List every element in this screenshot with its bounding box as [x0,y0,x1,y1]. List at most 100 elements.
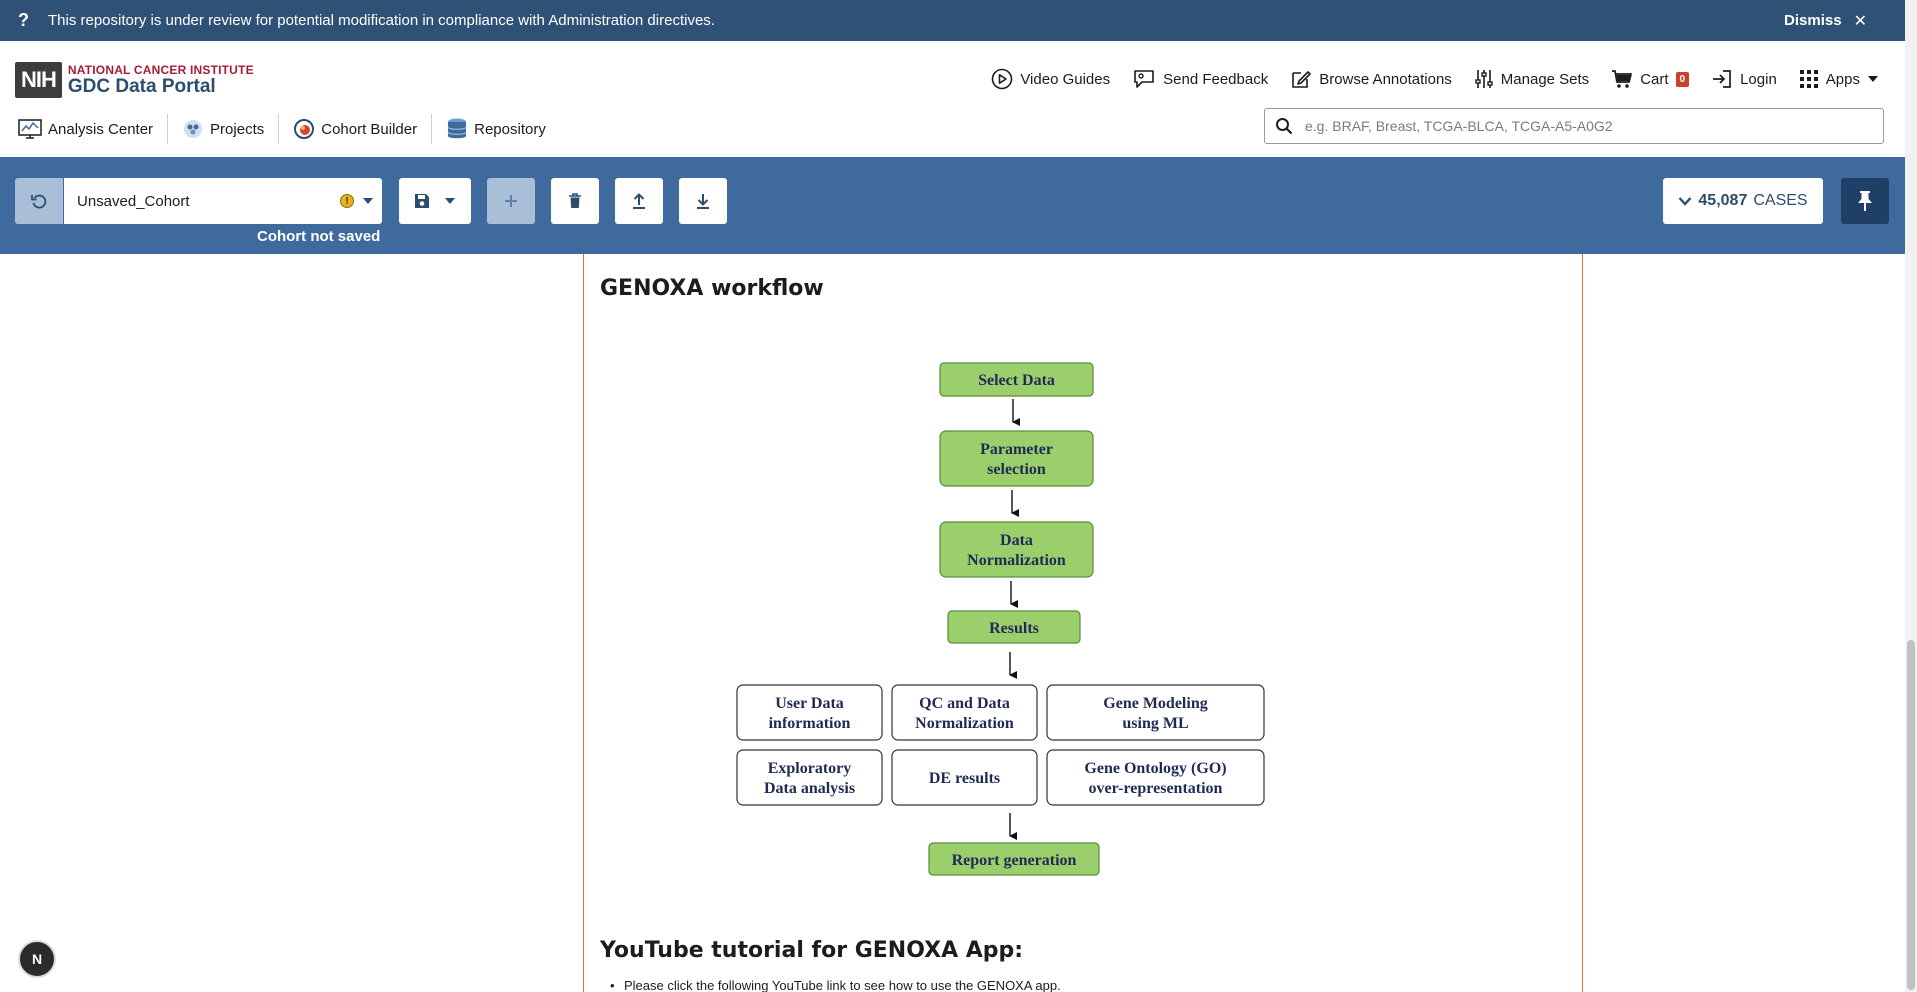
gene-ontology-line-1: Gene Ontology (GO) [1084,760,1226,777]
chevron-down-icon[interactable] [444,197,456,205]
grid-icon [1799,69,1819,89]
top-nav: Video Guides Send Feedback Browse Annota… [991,68,1879,90]
save-icon [414,193,430,209]
manage-sets-link[interactable]: Manage Sets [1474,68,1589,90]
cart-link[interactable]: Cart 0 [1611,68,1690,90]
select-data-step: Select Data [939,362,1094,397]
export-cohort-button[interactable] [679,178,727,224]
case-count: 45,087 [1698,192,1748,209]
nav-analysis-center[interactable]: Analysis Center [18,114,167,144]
warning-icon: ! [340,194,354,208]
qc-normalization-box: QC and Data Normalization [891,684,1038,741]
trash-icon [568,193,582,209]
undo-icon [30,192,48,210]
gene-modeling-box: Gene Modeling using ML [1046,684,1265,741]
exploratory-line-1: Exploratory [768,760,852,777]
discard-changes-button[interactable] [15,178,63,224]
workflow-diagram: Select Data Parameter selection Data Nor… [736,362,1265,876]
user-data-info-line-2: information [769,715,851,732]
play-circle-icon [991,68,1013,90]
nav-repository[interactable]: Repository [431,114,560,144]
pin-icon [1857,190,1873,212]
plus-icon [504,194,518,208]
close-icon[interactable]: ✕ [1854,11,1867,31]
nav-cohort-builder-label: Cohort Builder [321,120,418,138]
cart-count-badge: 0 [1675,71,1690,87]
nav-cohort-builder[interactable]: Cohort Builder [278,114,431,144]
sliders-icon [1474,68,1494,90]
de-results-label: DE results [929,770,1000,787]
case-label: CASES [1753,192,1808,209]
browse-annotations-link[interactable]: Browse Annotations [1290,68,1452,90]
feedback-icon [1132,68,1156,90]
select-data-label: Select Data [978,372,1055,389]
search-icon [1275,117,1293,135]
manage-sets-label: Manage Sets [1500,70,1590,88]
projects-icon [182,118,204,140]
report-generation-step: Report generation [928,842,1100,876]
scrollbar-thumb[interactable] [1907,640,1915,990]
sub-nav: Analysis Center Projects Cohort Builder … [18,114,560,144]
gene-modeling-line-2: using ML [1122,715,1188,732]
exploratory-line-2: Data analysis [764,780,855,797]
database-icon [446,117,468,141]
announcement-banner: ? This repository is under review for po… [0,0,1905,41]
gdc-logo[interactable]: NIH NATIONAL CANCER INSTITUTE GDC Data P… [15,62,254,98]
login-label: Login [1740,70,1777,88]
video-guides-link[interactable]: Video Guides [991,68,1110,90]
gene-modeling-line-1: Gene Modeling [1103,695,1207,712]
apps-menu[interactable]: Apps [1799,69,1879,89]
parameter-selection-step: Parameter selection [939,430,1094,487]
video-guides-label: Video Guides [1020,70,1111,88]
user-data-info-line-1: User Data [775,695,844,712]
upload-icon [632,193,646,209]
cohort-status: Cohort not saved [257,228,381,245]
assistant-button[interactable]: N [18,940,56,978]
nav-repository-label: Repository [474,120,546,138]
de-results-box: DE results [891,749,1038,806]
nih-logo: NIH [15,62,62,98]
results-step: Results [947,610,1081,644]
parameter-selection-line-1: Parameter [980,441,1053,458]
dismiss-label: Dismiss [1784,12,1842,29]
cohort-name: Unsaved_Cohort [77,192,190,210]
cart-label: Cart [1640,70,1669,88]
user-data-info-box: User Data information [736,684,883,741]
exploratory-analysis-box: Exploratory Data analysis [736,749,883,806]
parameter-selection-line-2: selection [987,461,1046,478]
nci-label: NATIONAL CANCER INSTITUTE [67,62,254,77]
search-input[interactable] [1303,117,1867,135]
data-normalization-line-1: Data [1000,532,1033,549]
pin-button[interactable] [1841,178,1889,224]
dismiss-button[interactable]: Dismiss ✕ [1784,0,1867,41]
gene-ontology-box: Gene Ontology (GO) over-representation [1046,749,1265,806]
import-cohort-button[interactable] [615,178,663,224]
quick-search[interactable] [1264,108,1884,144]
data-normalization-line-2: Normalization [967,552,1066,569]
youtube-instruction: Please click the following YouTube link … [610,978,1061,992]
save-cohort-button[interactable] [399,178,471,224]
login-icon [1711,68,1733,90]
cart-icon [1611,68,1633,90]
question-icon[interactable]: ? [18,10,40,31]
delete-cohort-button[interactable] [551,178,599,224]
download-icon [696,193,710,209]
banner-message: This repository is under review for pote… [48,12,715,29]
report-generation-label: Report generation [952,852,1077,869]
analysis-center-icon [18,118,42,140]
cohort-builder-icon [293,118,315,140]
app-description-panel: GENOXA workflow Select Data Parameter se… [583,254,1583,992]
cohort-selector[interactable]: Unsaved_Cohort ! [64,178,382,224]
send-feedback-link[interactable]: Send Feedback [1132,68,1268,90]
results-label: Results [989,620,1039,637]
nav-projects[interactable]: Projects [167,114,278,144]
add-cohort-button[interactable] [487,178,535,224]
chevron-down-icon [1678,196,1692,206]
gene-ontology-line-2: over-representation [1089,780,1223,797]
case-count-button[interactable]: 45,087 CASES [1663,178,1823,224]
page-scrollbar[interactable] [1905,0,1917,992]
nav-projects-label: Projects [210,120,265,138]
login-link[interactable]: Login [1711,68,1777,90]
qc-normalization-line-2: Normalization [915,715,1014,732]
browse-annotations-label: Browse Annotations [1319,70,1452,88]
